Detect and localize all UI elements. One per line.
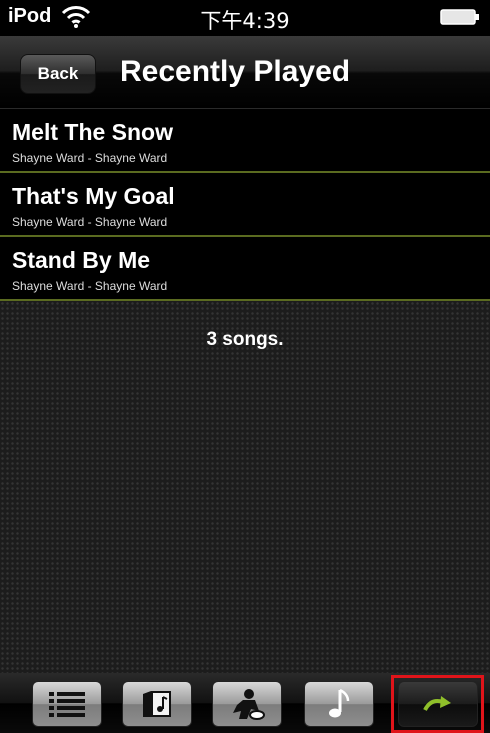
repeat-arrow-icon (423, 696, 451, 711)
back-button[interactable]: Back (20, 54, 96, 94)
navigation-bar: Back Recently Played (0, 36, 490, 109)
song-list: Melt The Snow Shayne Ward - Shayne Ward … (0, 109, 490, 301)
song-row[interactable]: Melt The Snow Shayne Ward - Shayne Ward (0, 109, 490, 173)
tab-artists[interactable] (212, 681, 282, 727)
song-count-label: 3 songs. (206, 329, 284, 350)
song-title: Melt The Snow (12, 119, 173, 145)
tab-songs[interactable] (304, 681, 374, 727)
song-artist-album: Shayne Ward - Shayne Ward (12, 279, 168, 293)
tab-bar (0, 673, 490, 733)
battery-icon (440, 9, 479, 25)
album-icon (143, 691, 171, 717)
status-time: 下午4:39 (200, 9, 290, 33)
page-title: Recently Played (120, 55, 351, 88)
song-row[interactable]: That's My Goal Shayne Ward - Shayne Ward (0, 173, 490, 237)
screen: iPod 下午4:39 Back Recently Played Melt Th… (0, 0, 490, 733)
song-row[interactable]: Stand By Me Shayne Ward - Shayne Ward (0, 237, 490, 301)
artist-icon (233, 689, 265, 720)
status-bar: iPod 下午4:39 (0, 0, 490, 36)
tab-albums[interactable] (122, 681, 192, 727)
tab-playlists[interactable] (32, 681, 102, 727)
list-icon (49, 692, 85, 717)
song-title: That's My Goal (12, 183, 175, 209)
tab-recently-played[interactable] (398, 681, 478, 727)
song-artist-album: Shayne Ward - Shayne Ward (12, 215, 168, 229)
song-title: Stand By Me (12, 247, 151, 273)
list-footer: 3 songs. (0, 301, 490, 673)
music-note-icon (329, 688, 350, 718)
song-artist-album: Shayne Ward - Shayne Ward (12, 151, 168, 165)
